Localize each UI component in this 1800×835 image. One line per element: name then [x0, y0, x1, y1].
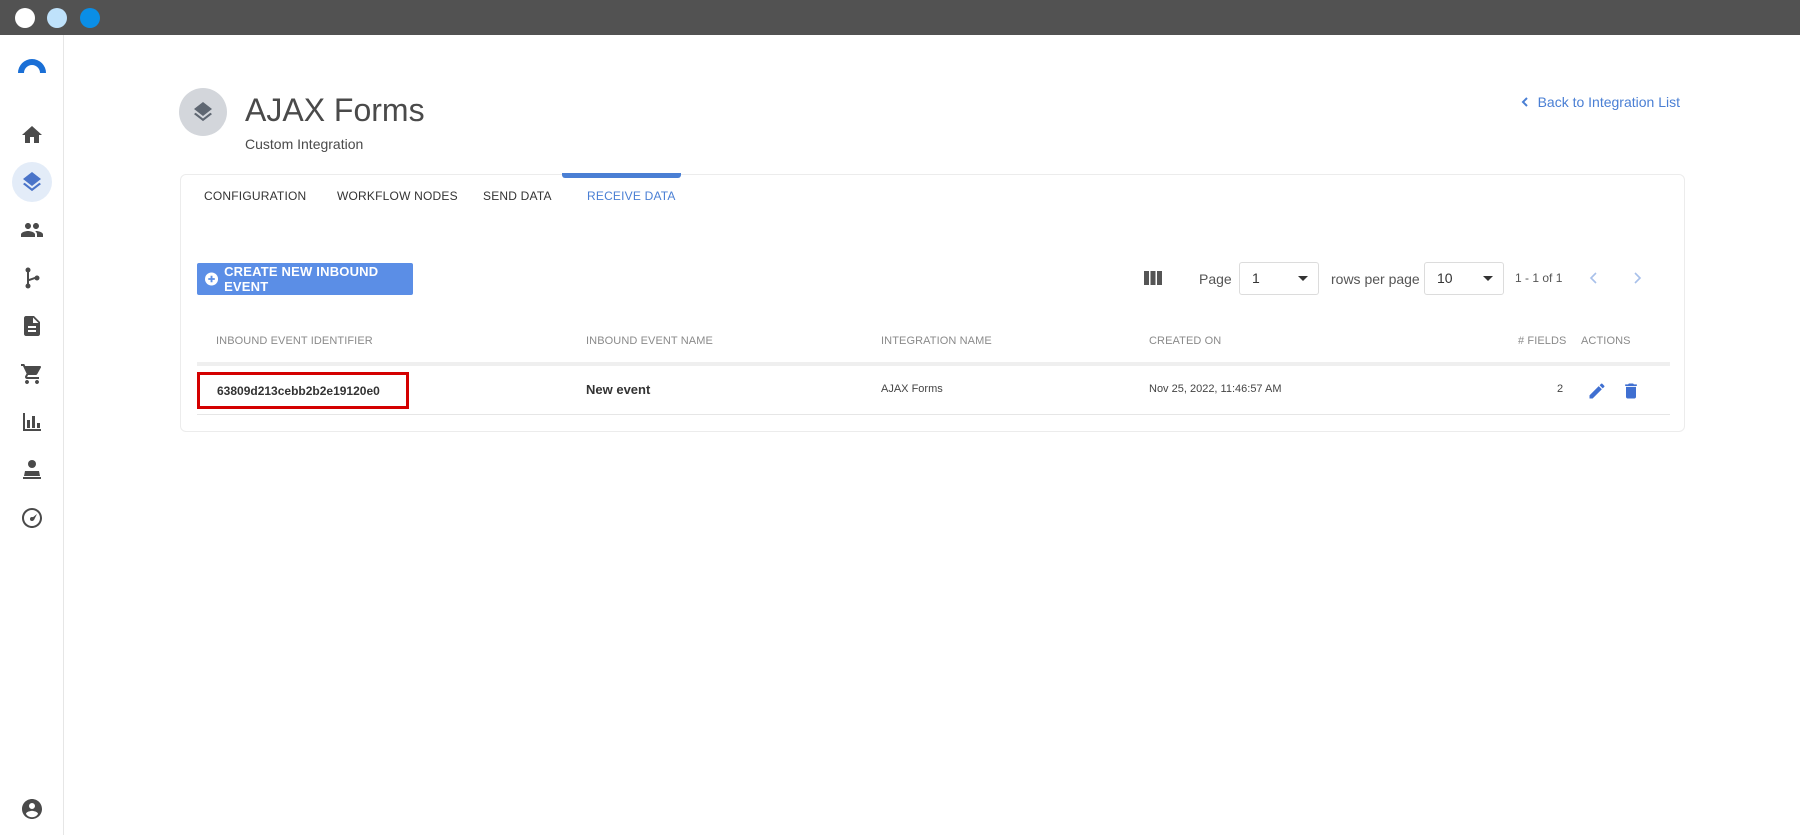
fork-icon[interactable] [12, 258, 52, 298]
fields-count-cell: 2 [1557, 383, 1564, 395]
tab-bar: CONFIGURATION WORKFLOW NODES SEND DATA R… [181, 173, 1684, 215]
next-page-button[interactable] [1630, 271, 1644, 285]
layers-icon[interactable] [12, 162, 52, 202]
inbound-event-identifier-cell[interactable]: 63809d213cebb2b2e19120e0 [197, 372, 409, 409]
gauge-icon[interactable] [12, 498, 52, 538]
pagination-range: 1 - 1 of 1 [1515, 271, 1563, 285]
edit-icon[interactable] [1587, 381, 1607, 401]
tab-send-data[interactable]: SEND DATA [483, 189, 552, 203]
chevron-left-icon [1521, 97, 1528, 107]
tab-receive-data[interactable]: RECEIVE DATA [587, 189, 676, 203]
window-titlebar [0, 0, 1800, 35]
sidebar [0, 35, 64, 835]
people-icon[interactable] [12, 210, 52, 250]
inbound-event-name-cell: New event [586, 382, 651, 397]
integration-avatar [179, 88, 227, 136]
tab-workflow-nodes[interactable]: WORKFLOW NODES [337, 189, 458, 203]
add-circle-icon [205, 272, 219, 286]
tab-configuration[interactable]: CONFIGURATION [204, 189, 306, 203]
page-select[interactable]: 1 [1239, 262, 1319, 295]
column-header-integration[interactable]: INTEGRATION NAME [881, 335, 992, 347]
document-icon[interactable] [12, 306, 52, 346]
chevron-right-icon [1634, 272, 1642, 284]
active-tab-indicator [562, 173, 681, 178]
page-title: AJAX Forms [245, 92, 425, 128]
home-icon[interactable] [12, 115, 52, 155]
table-header-divider [197, 362, 1670, 366]
previous-page-button[interactable] [1587, 271, 1601, 285]
rows-per-page-select[interactable]: 10 [1424, 262, 1504, 295]
rows-select-value: 10 [1437, 270, 1453, 286]
app-logo-icon[interactable] [16, 55, 48, 75]
window-maximize-dot[interactable] [80, 8, 100, 28]
page-select-value: 1 [1252, 270, 1260, 286]
delete-icon[interactable] [1621, 381, 1641, 401]
window-minimize-dot[interactable] [47, 8, 67, 28]
create-button-label: CREATE NEW INBOUND EVENT [224, 264, 379, 294]
created-on-cell: Nov 25, 2022, 11:46:57 AM [1149, 383, 1282, 395]
layers-icon [194, 102, 212, 122]
caret-down-icon [1483, 276, 1493, 281]
caret-down-icon [1298, 276, 1308, 281]
column-header-created-on[interactable]: CREATED ON [1149, 335, 1221, 347]
column-header-actions: ACTIONS [1581, 335, 1631, 347]
page-subtitle: Custom Integration [245, 136, 364, 152]
back-link-label: Back to Integration List [1537, 94, 1680, 110]
account-icon[interactable] [20, 797, 44, 821]
cart-icon[interactable] [12, 354, 52, 394]
integration-card: CONFIGURATION WORKFLOW NODES SEND DATA R… [180, 173, 1685, 432]
create-new-inbound-event-button[interactable]: CREATE NEW INBOUND EVENT [197, 263, 413, 295]
window-close-dot[interactable] [15, 8, 35, 28]
table-row-divider [197, 414, 1670, 415]
column-header-identifier[interactable]: INBOUND EVENT IDENTIFIER [216, 335, 373, 347]
bar-chart-icon[interactable] [12, 402, 52, 442]
view-columns-icon[interactable] [1144, 271, 1162, 285]
column-header-name[interactable]: INBOUND EVENT NAME [586, 335, 713, 347]
page-label: Page [1199, 271, 1232, 287]
rows-per-page-label: rows per page [1331, 271, 1420, 287]
agent-icon[interactable] [12, 450, 52, 490]
back-to-integration-list-link[interactable]: Back to Integration List [1520, 94, 1680, 110]
chevron-left-icon [1589, 272, 1597, 284]
integration-name-cell: AJAX Forms [881, 383, 943, 395]
column-header-fields[interactable]: # FIELDS [1518, 335, 1567, 347]
